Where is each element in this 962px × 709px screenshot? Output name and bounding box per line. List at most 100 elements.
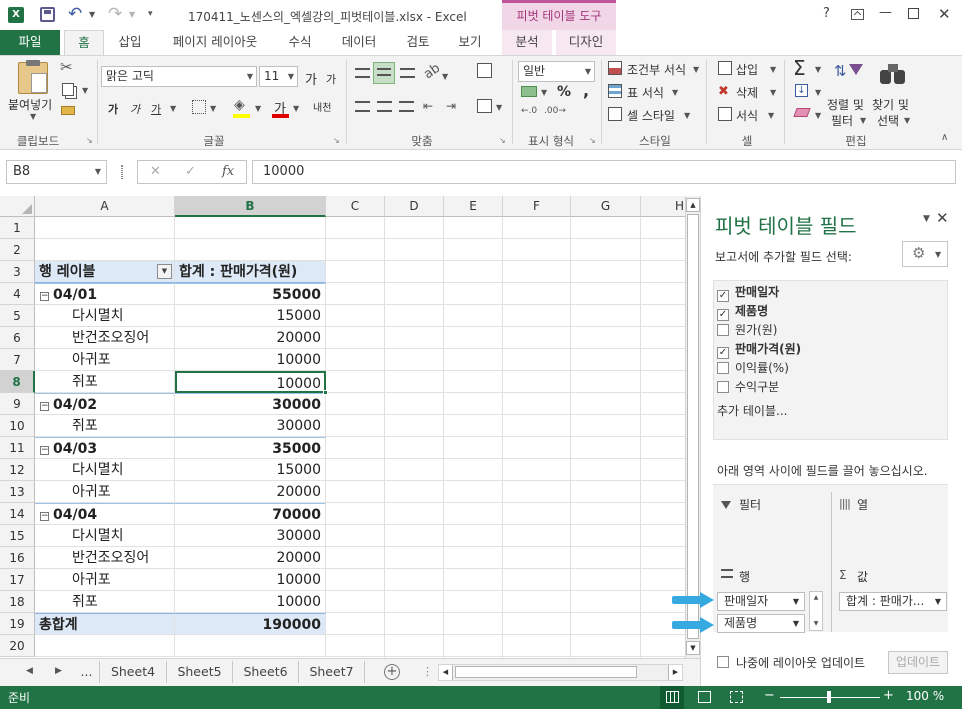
binoculars-icon[interactable] <box>880 64 906 84</box>
column-header-e[interactable]: E <box>444 196 503 217</box>
cell-a[interactable]: 아귀포 <box>35 481 175 503</box>
row-header[interactable]: 4 <box>0 283 35 305</box>
pane-settings-button[interactable]: ⚙ ▼ <box>902 241 948 267</box>
value-field-sum-price[interactable]: 합계 : 판매가... ▼ <box>839 592 947 611</box>
italic-button[interactable]: 가 <box>130 101 140 117</box>
sort-filter-icon[interactable]: ⇅ <box>834 62 847 80</box>
tab-formulas[interactable]: 수식 <box>280 30 320 55</box>
undo-dropdown-icon[interactable]: ▼ <box>89 10 95 19</box>
decrease-decimal-icon[interactable]: .00→ <box>544 106 566 116</box>
conditional-format-button[interactable]: 조건부 서식 <box>627 61 686 78</box>
scroll-up-icon[interactable]: ▲ <box>686 198 700 212</box>
formula-bar-handle[interactable] <box>121 165 123 179</box>
paste-icon[interactable] <box>18 60 48 94</box>
autosum-button[interactable]: Σ <box>793 56 806 80</box>
new-sheet-icon[interactable]: + <box>384 664 400 680</box>
conditional-format-dropdown-icon[interactable]: ▼ <box>693 65 699 74</box>
font-name-combo[interactable]: 맑은 고딕 ▼ <box>101 66 257 87</box>
page-break-view-button[interactable] <box>730 691 743 703</box>
cell-b[interactable]: 10000 <box>175 591 326 613</box>
fill-color-icon[interactable]: ◈ <box>234 97 245 113</box>
cell-b[interactable]: 35000 <box>175 437 326 459</box>
sort-filter-label-2[interactable]: 필터 <box>831 112 853 129</box>
merge-center-icon[interactable] <box>477 99 492 113</box>
column-header-h[interactable]: H <box>641 196 685 217</box>
tab-file[interactable]: 파일 <box>0 30 60 55</box>
rows-scroll-down-icon[interactable]: ▼ <box>810 618 822 630</box>
insert-cells-dropdown-icon[interactable]: ▼ <box>770 65 776 74</box>
scroll-right-icon[interactable]: ▶ <box>668 665 682 680</box>
cell-a[interactable]: 총합계 <box>35 613 175 635</box>
cell-a[interactable]: 쥐포 <box>35 415 175 437</box>
page-layout-view-button[interactable] <box>698 691 711 703</box>
cell-style-icon[interactable] <box>608 107 622 121</box>
save-icon[interactable] <box>40 7 55 22</box>
cell-b[interactable]: 10000 <box>175 349 326 371</box>
redo-dropdown-icon[interactable]: ▼ <box>129 10 135 19</box>
tab-review[interactable]: 검토 <box>398 30 438 55</box>
cell-b[interactable]: 15000 <box>175 459 326 481</box>
cell-a[interactable]: 행 레이블 ▼ <box>35 261 175 283</box>
copy-icon[interactable] <box>62 83 74 96</box>
cell-b[interactable] <box>175 239 326 261</box>
field-item[interactable]: 수익구분 <box>717 378 779 397</box>
cell-b[interactable]: 30000 <box>175 393 326 415</box>
paste-button[interactable]: 붙여넣기 <box>8 96 52 113</box>
cell-a[interactable]: 쥐포 <box>35 371 175 393</box>
table-format-dropdown-icon[interactable]: ▼ <box>672 88 678 97</box>
close-button[interactable]: ✕ <box>938 5 951 23</box>
vertical-scroll-thumb[interactable] <box>687 214 699 639</box>
align-left-icon[interactable] <box>355 101 370 112</box>
increase-decimal-icon[interactable]: ←.0 <box>521 106 537 116</box>
rows-scroll-up-icon[interactable]: ▲ <box>810 592 822 604</box>
cell-b[interactable]: 70000 <box>175 503 326 525</box>
font-launcher-icon[interactable]: ↘ <box>333 136 340 145</box>
value-field-dropdown-icon[interactable]: ▼ <box>935 593 941 610</box>
sheet-tab-overflow[interactable]: ... <box>74 661 100 683</box>
currency-icon[interactable] <box>521 86 537 97</box>
cell-b[interactable]: 55000 <box>175 283 326 305</box>
cell-a[interactable]: 다시멸치 <box>35 525 175 547</box>
tab-page-layout[interactable]: 페이지 레이아웃 <box>162 30 268 55</box>
align-middle-icon[interactable] <box>373 62 395 84</box>
row-field-product[interactable]: 제품명 ▼ <box>717 614 805 633</box>
cell-a[interactable]: 다시멸치 <box>35 305 175 327</box>
worksheet-grid[interactable]: A B C D E F G H 123행 레이블 ▼ 합계 : 판매가격(원) 4−0… <box>0 196 685 658</box>
ribbon-display-options-icon[interactable] <box>851 9 864 20</box>
align-top-icon[interactable] <box>355 68 370 78</box>
insert-cells-icon[interactable] <box>718 61 732 75</box>
percent-button[interactable]: % <box>557 84 571 100</box>
help-button[interactable]: ? <box>823 6 830 21</box>
number-format-combo[interactable]: 일반 ▼ <box>518 61 595 82</box>
field-checkbox[interactable]: ✓ <box>717 290 729 302</box>
find-select-label-2[interactable]: 선택 <box>877 112 899 129</box>
cell-a[interactable]: −04/01 <box>35 283 175 305</box>
column-header-c[interactable]: C <box>326 196 385 217</box>
name-box[interactable]: B8 ▼ <box>6 160 107 184</box>
underline-dropdown-icon[interactable]: ▼ <box>170 104 176 113</box>
row-header[interactable]: 1 <box>0 217 35 239</box>
cell-style-dropdown-icon[interactable]: ▼ <box>684 111 690 120</box>
column-header-b[interactable]: B <box>175 196 326 217</box>
select-all-corner[interactable] <box>0 196 35 217</box>
tab-design[interactable]: 디자인 <box>556 30 616 55</box>
row-header[interactable]: 8 <box>0 371 35 393</box>
zoom-out-button[interactable]: − <box>764 688 775 703</box>
cell-a[interactable]: 쥐포 <box>35 591 175 613</box>
row-header[interactable]: 17 <box>0 569 35 591</box>
font-color-dropdown-icon[interactable]: ▼ <box>293 104 299 113</box>
horizontal-scrollbar[interactable]: ◀ ▶ <box>438 664 683 681</box>
clipboard-launcher-icon[interactable]: ↘ <box>86 136 93 145</box>
phonetic-button[interactable]: 내천 <box>313 99 331 114</box>
normal-view-button[interactable] <box>660 686 684 709</box>
row-header[interactable]: 10 <box>0 415 35 437</box>
active-cell[interactable]: 10000 <box>175 371 326 393</box>
cell-a[interactable]: 반건조오징어 <box>35 327 175 349</box>
field-item[interactable]: ✓ 판매가격(원) <box>717 340 801 359</box>
next-sheet-icon[interactable]: ▶ <box>55 666 62 676</box>
clear-icon[interactable] <box>793 108 811 117</box>
collapse-group-icon[interactable]: − <box>40 292 49 301</box>
find-select-dropdown-icon[interactable]: ▼ <box>904 116 910 125</box>
field-item[interactable]: ✓ 제품명 <box>717 302 768 321</box>
sheet-tab-sheet7[interactable]: Sheet7 <box>299 661 365 683</box>
